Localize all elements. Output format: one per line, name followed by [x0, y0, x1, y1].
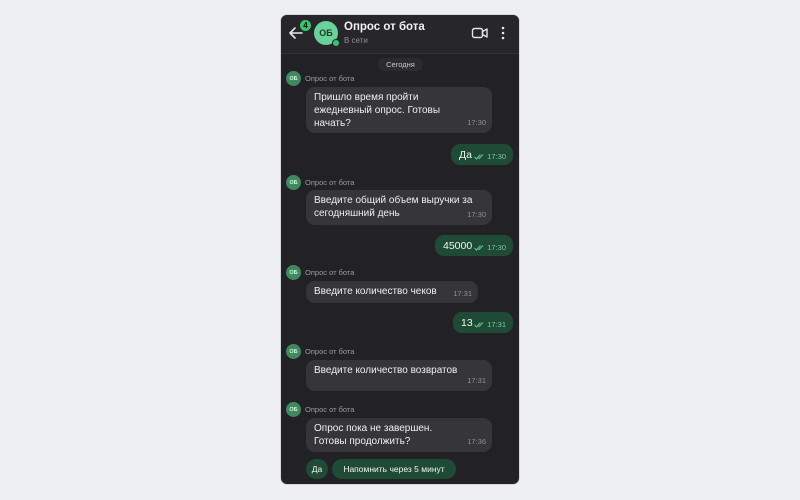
- message-time: 17:30: [467, 118, 486, 127]
- date-separator: Сегодня: [378, 58, 423, 71]
- bot-avatar[interactable]: ОБ: [286, 175, 301, 190]
- bot-avatar[interactable]: ОБ: [286, 265, 301, 280]
- unread-badge: 4: [300, 20, 311, 31]
- message-time: 17:31: [487, 320, 506, 329]
- message-time: 17:31: [453, 289, 472, 298]
- bot-avatar[interactable]: ОБ: [286, 344, 301, 359]
- sender-name: Опрос от бота: [305, 405, 355, 414]
- outgoing-message[interactable]: 45000 17:30: [435, 235, 513, 256]
- sender-name: Опрос от бота: [305, 178, 355, 187]
- message-list[interactable]: ОБ Опрос от бота Сегодня Пришло время пр…: [281, 54, 519, 484]
- bot-avatar[interactable]: ОБ: [286, 402, 301, 417]
- more-vertical-icon[interactable]: [499, 24, 507, 42]
- outgoing-message[interactable]: 13 17:31: [453, 312, 513, 333]
- message-time: 17:36: [467, 437, 486, 446]
- double-check-icon: [474, 153, 484, 160]
- sender-name: Опрос от бота: [305, 268, 355, 277]
- bot-avatar[interactable]: ОБ: [286, 71, 301, 86]
- message-text: 45000: [443, 240, 473, 252]
- message-time: 17:30: [487, 152, 506, 161]
- message-time: 17:30: [467, 210, 486, 219]
- online-indicator: [332, 39, 340, 47]
- chat-title[interactable]: Опрос от бота: [344, 21, 425, 33]
- sender-name: Опрос от бота: [305, 347, 355, 356]
- outgoing-message[interactable]: Да 17:30: [451, 144, 513, 165]
- double-check-icon: [474, 244, 484, 251]
- quick-reply-remind-button[interactable]: Напомнить через 5 минут: [332, 459, 456, 479]
- message-time: 17:31: [467, 376, 486, 385]
- message-text: Введите общий объем выручки за сегодняшн…: [314, 195, 473, 219]
- chat-header: 4 ОБ Опрос от бота В сети: [281, 15, 519, 54]
- incoming-message[interactable]: Опрос пока не завершен. Готовы продолжит…: [306, 418, 492, 452]
- incoming-message[interactable]: Пришло время пройти ежедневный опрос. Го…: [306, 87, 492, 133]
- sender-name: Опрос от бота: [305, 74, 355, 83]
- message-text: 13: [461, 317, 473, 329]
- message-text: Да: [459, 149, 472, 161]
- incoming-message[interactable]: Введите количество чеков 17:31: [306, 281, 478, 303]
- quick-reply-yes-button[interactable]: Да: [306, 459, 328, 479]
- incoming-message[interactable]: Введите общий объем выручки за сегодняшн…: [306, 190, 492, 225]
- incoming-message[interactable]: Введите количество возвратов 17:31: [306, 360, 492, 391]
- message-text: Пришло время пройти ежедневный опрос. Го…: [314, 92, 441, 129]
- double-check-icon: [474, 321, 484, 328]
- message-text: Введите количество возвратов: [314, 365, 458, 376]
- message-text: Опрос пока не завершен. Готовы продолжит…: [314, 423, 433, 447]
- chat-status: В сети: [344, 36, 368, 45]
- video-camera-icon[interactable]: [471, 26, 489, 40]
- message-time: 17:30: [487, 243, 506, 252]
- messenger-window: 4 ОБ Опрос от бота В сети ОБ Опрос от бо…: [281, 15, 519, 484]
- message-text: Введите количество чеков: [314, 286, 437, 297]
